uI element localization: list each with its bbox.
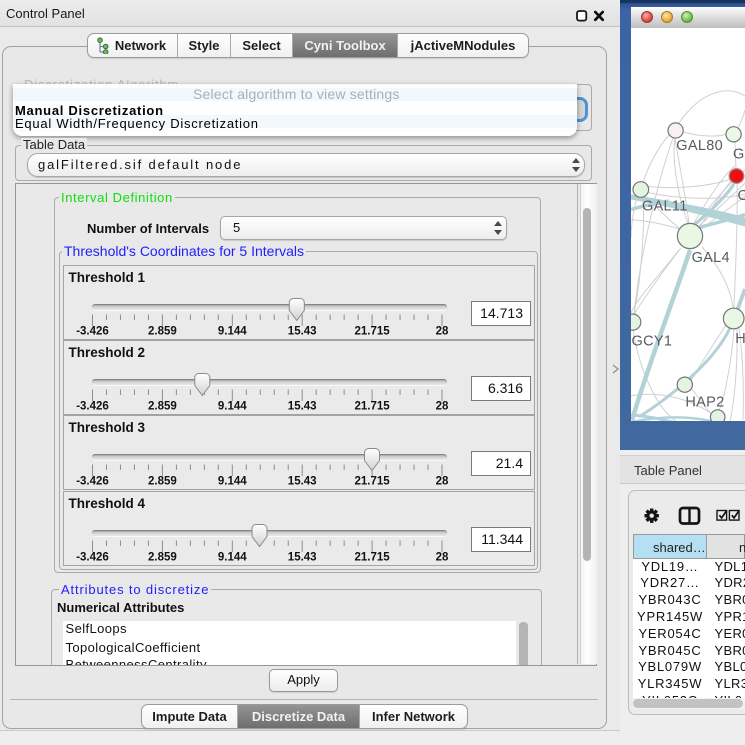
svg-text:21.715: 21.715 <box>355 551 391 563</box>
svg-text:GA.: GA. <box>733 147 745 163</box>
svg-text:9.144: 9.144 <box>218 401 247 413</box>
svg-text:9.144: 9.144 <box>218 326 247 338</box>
svg-text:2.859: 2.859 <box>148 476 177 488</box>
svg-text:GCY1: GCY1 <box>632 334 673 350</box>
svg-text:-3.426: -3.426 <box>76 326 109 338</box>
svg-text:2.859: 2.859 <box>148 551 177 563</box>
svg-text:2.859: 2.859 <box>148 401 177 413</box>
svg-text:C.: C. <box>738 188 745 204</box>
svg-text:21.715: 21.715 <box>355 476 391 488</box>
svg-text:HAP2: HAP2 <box>685 394 724 410</box>
svg-text:15.43: 15.43 <box>288 401 317 413</box>
svg-text:28: 28 <box>436 401 449 413</box>
svg-text:9.144: 9.144 <box>218 551 247 563</box>
svg-text:-3.426: -3.426 <box>76 551 109 563</box>
svg-text:H: H <box>735 331 745 347</box>
svg-text:9.144: 9.144 <box>218 476 247 488</box>
svg-text:21.715: 21.715 <box>355 401 391 413</box>
svg-text:15.43: 15.43 <box>288 326 317 338</box>
svg-text:2.859: 2.859 <box>148 326 177 338</box>
svg-text:GAL11: GAL11 <box>642 199 688 215</box>
svg-text:-3.426: -3.426 <box>76 476 109 488</box>
svg-text:GAL80: GAL80 <box>676 138 723 154</box>
svg-text:GAL4: GAL4 <box>692 250 730 266</box>
svg-text:21.715: 21.715 <box>355 326 391 338</box>
svg-text:28: 28 <box>436 551 449 563</box>
svg-text:28: 28 <box>436 476 449 488</box>
svg-text:15.43: 15.43 <box>288 476 317 488</box>
svg-text:28: 28 <box>436 326 449 338</box>
svg-text:15.43: 15.43 <box>288 551 317 563</box>
svg-text:-3.426: -3.426 <box>76 401 109 413</box>
